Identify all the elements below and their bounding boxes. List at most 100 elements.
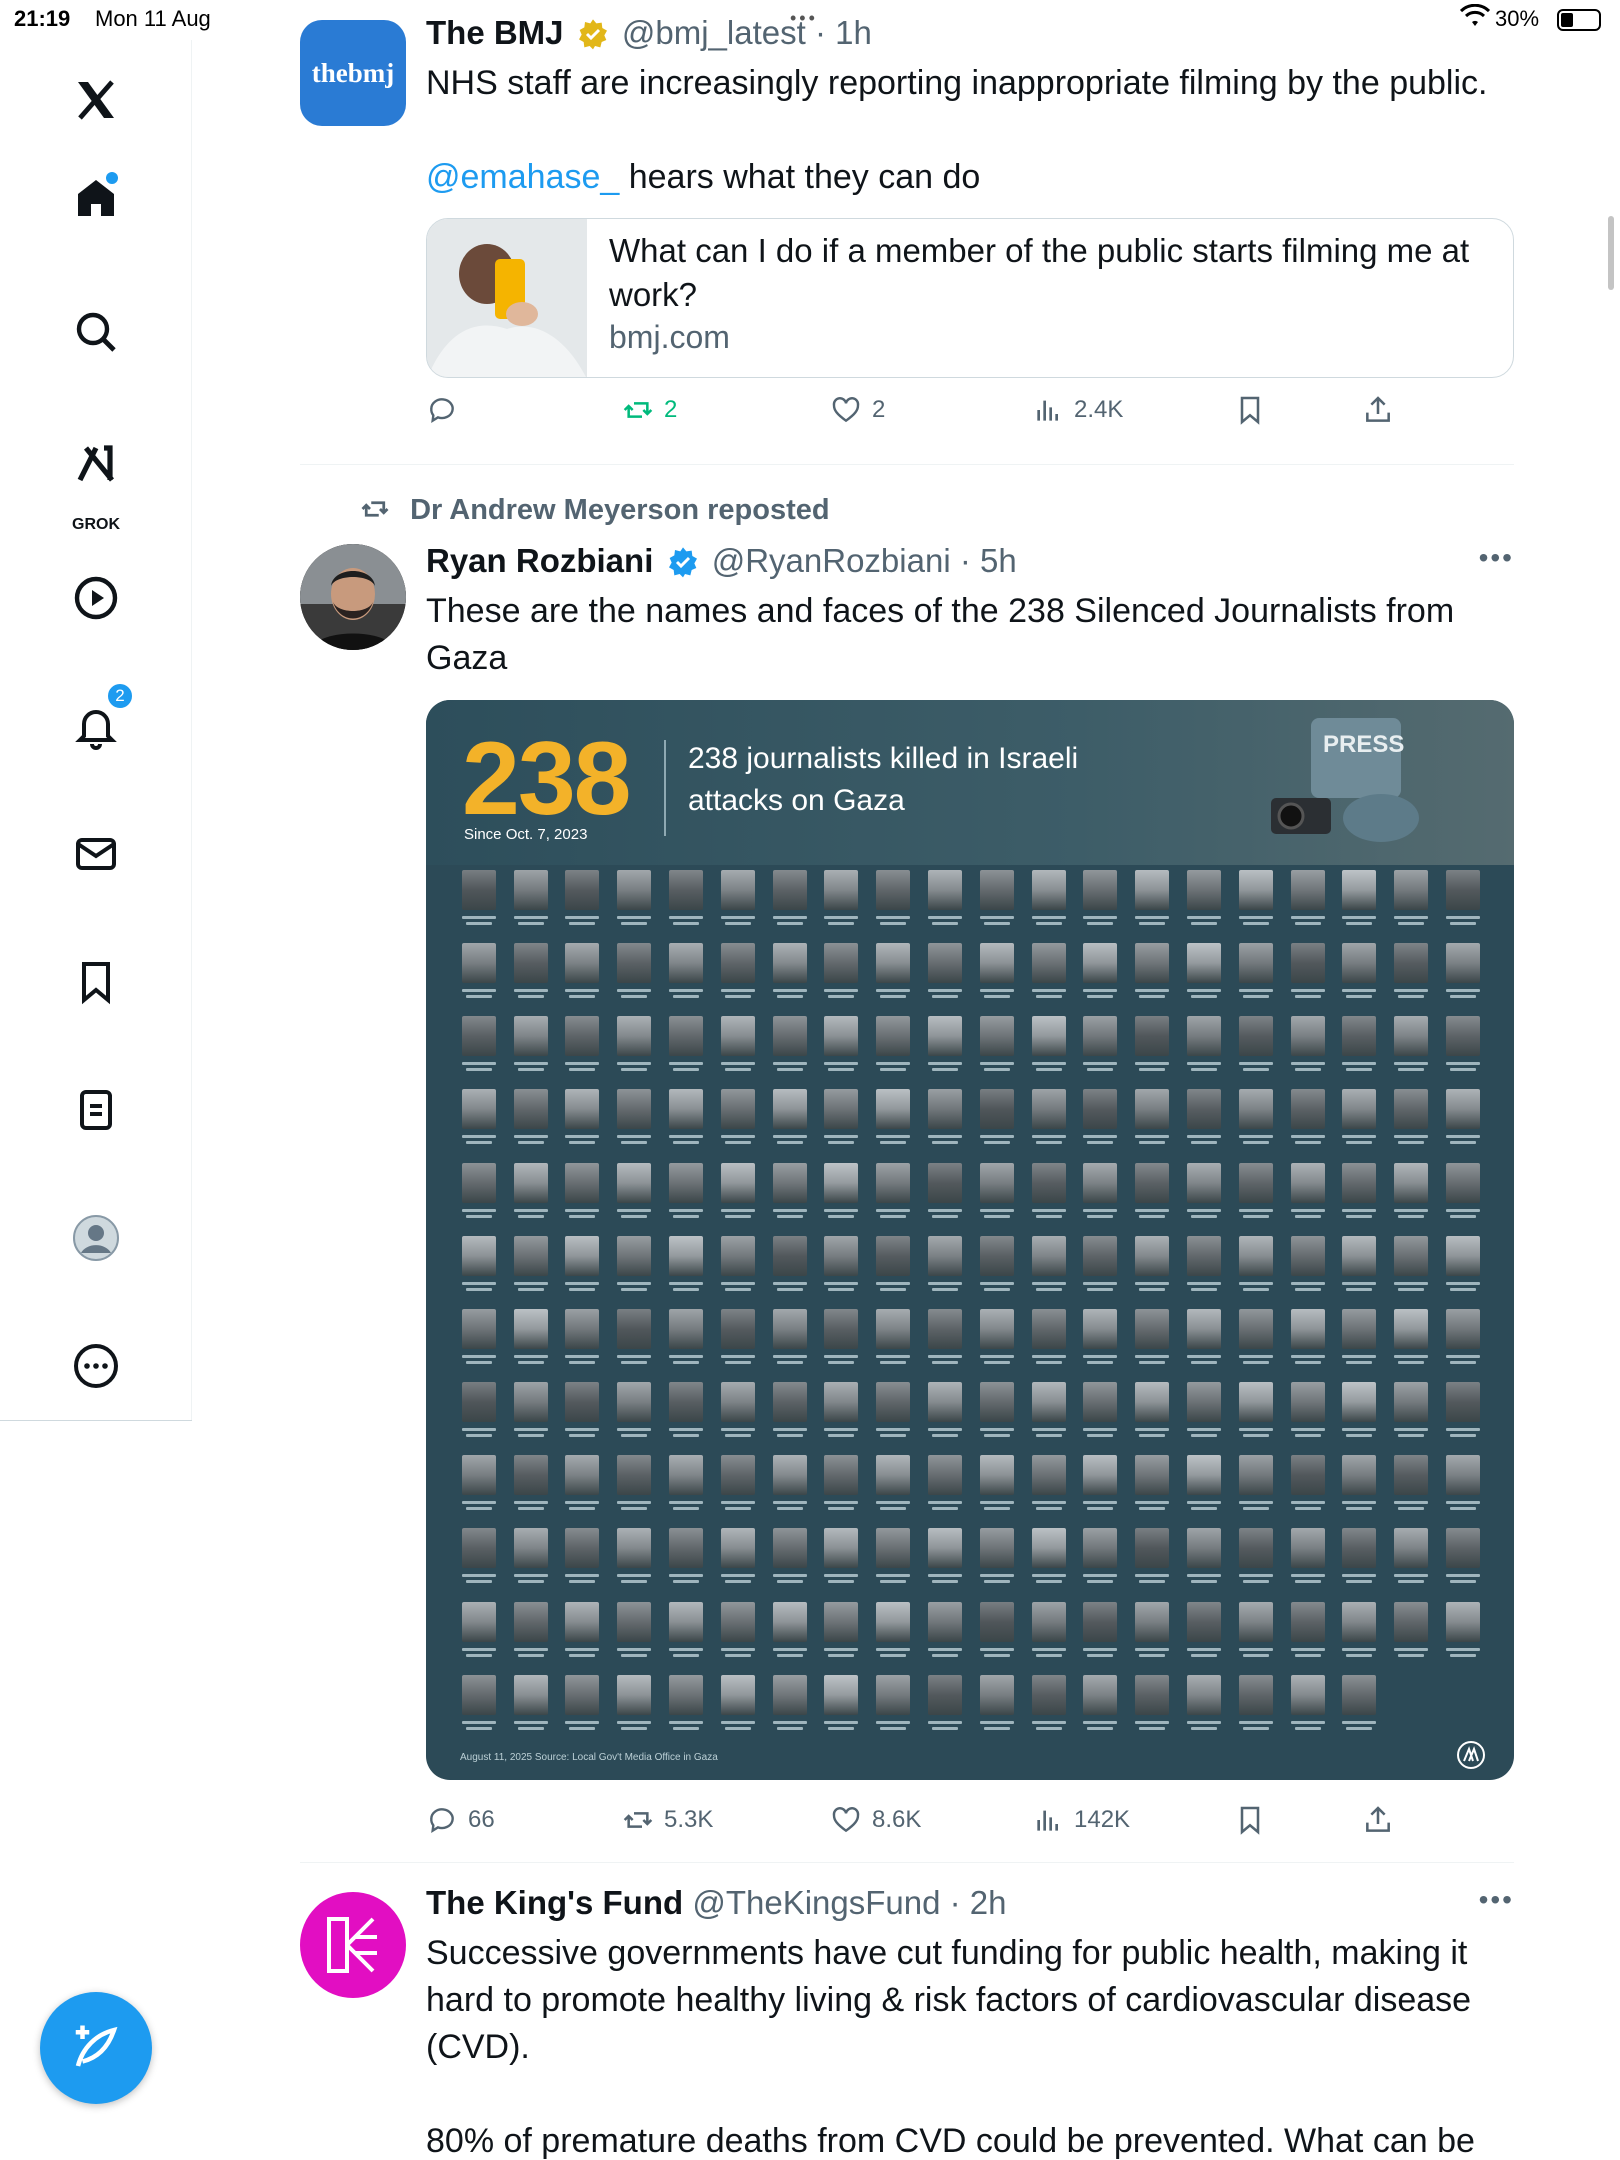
share-button[interactable] <box>1362 1804 1394 1836</box>
journalist-photo <box>1440 1016 1486 1081</box>
profile-icon[interactable] <box>66 1208 126 1268</box>
post-rozbiani[interactable]: Dr Andrew Meyerson reposted Ryan Rozbian… <box>300 494 1514 1844</box>
bookmark-button[interactable] <box>1234 1804 1266 1836</box>
journalist-photo <box>974 1674 1020 1740</box>
repost-indicator[interactable]: Dr Andrew Meyerson reposted <box>360 494 830 527</box>
journalist-photo <box>1181 1016 1227 1081</box>
journalist-photo <box>1181 1089 1227 1154</box>
journalist-photo <box>560 1601 606 1667</box>
post-separator <box>300 464 1514 465</box>
journalist-photo <box>1078 943 1124 1008</box>
journalist-photo <box>456 1601 502 1667</box>
messages-icon[interactable] <box>66 824 126 884</box>
scrollbar[interactable] <box>1608 216 1614 290</box>
journalist-photo <box>1181 1674 1227 1740</box>
journalist-photo <box>1026 1016 1072 1081</box>
journalist-photo <box>870 1674 916 1740</box>
x-logo-icon[interactable] <box>66 70 126 130</box>
journalist-photo <box>819 1528 865 1593</box>
repost-icon <box>361 501 389 517</box>
author-handle[interactable]: @TheKingsFund <box>692 1884 940 1921</box>
journalist-photo <box>663 1528 709 1593</box>
notifications-badge: 2 <box>106 682 134 710</box>
share-button[interactable] <box>1362 394 1394 426</box>
journalist-photo <box>1129 1089 1175 1154</box>
journalist-photo <box>1026 1528 1072 1593</box>
author-name[interactable]: Ryan Rozbiani <box>426 542 653 579</box>
journalist-photo <box>870 1528 916 1593</box>
journalist-photo <box>819 870 865 935</box>
journalist-photo <box>974 943 1020 1008</box>
post-image[interactable]: 238 Since Oct. 7, 2023 238 journalists k… <box>426 700 1514 1780</box>
post-time[interactable]: · 2h <box>950 1884 1007 1921</box>
video-icon[interactable] <box>66 568 126 628</box>
journalist-photo <box>1388 1016 1434 1081</box>
compose-button[interactable] <box>40 1992 152 2104</box>
journalist-photo <box>1129 943 1175 1008</box>
reply-button[interactable] <box>426 394 468 426</box>
repost-label: Dr Andrew Meyerson reposted <box>410 494 830 526</box>
journalist-photo <box>560 1528 606 1593</box>
post-time[interactable]: · 5h <box>960 542 1017 579</box>
journalist-photo <box>456 1089 502 1154</box>
journalist-photo <box>974 870 1020 935</box>
journalist-photo <box>1233 943 1279 1008</box>
bookmarks-icon[interactable] <box>66 952 126 1012</box>
journalist-photo <box>1388 1089 1434 1154</box>
journalist-photo <box>508 1382 554 1447</box>
journalist-photo <box>663 1601 709 1667</box>
grok-icon[interactable] <box>66 434 126 494</box>
journalist-photo <box>767 870 813 935</box>
bookmark-button[interactable] <box>1234 394 1266 426</box>
author-name[interactable]: The King's Fund <box>426 1884 683 1921</box>
search-icon[interactable] <box>66 302 126 362</box>
like-button[interactable]: 2 <box>830 394 885 426</box>
link-card[interactable]: What can I do if a member of the public … <box>426 218 1514 378</box>
post-time[interactable]: · 1h <box>815 14 872 51</box>
views-button[interactable]: 2.4K <box>1032 394 1123 426</box>
heart-icon <box>832 397 860 423</box>
post-header: The King's Fund @TheKingsFund · 2h <box>426 1884 1007 1922</box>
journalist-photo <box>1337 1528 1383 1593</box>
mention-link[interactable]: @emahase_ <box>426 158 619 196</box>
journalist-photo <box>1233 1674 1279 1740</box>
repost-button[interactable]: 2 <box>622 394 677 426</box>
journalist-photo <box>611 1674 657 1740</box>
author-handle[interactable]: @bmj_latest <box>622 14 806 51</box>
journalist-photo <box>560 1382 606 1447</box>
journalist-photo <box>456 1674 502 1740</box>
lists-icon[interactable] <box>66 1080 126 1140</box>
journalist-photo <box>715 943 761 1008</box>
author-handle[interactable]: @RyanRozbiani <box>712 542 951 579</box>
journalist-photo <box>1337 1674 1383 1740</box>
more-options-icon[interactable]: ••• <box>1479 542 1514 574</box>
journalist-photo <box>611 1235 657 1301</box>
journalist-photo <box>560 1455 606 1520</box>
repost-button[interactable]: 5.3K <box>622 1804 713 1836</box>
journalist-photo <box>560 1308 606 1374</box>
journalist-photo <box>1026 943 1072 1008</box>
post-bmj[interactable]: thebmj The BMJ @bmj_latest · 1h NHS staf… <box>300 14 1514 454</box>
reply-button[interactable]: 66 <box>426 1804 495 1836</box>
journalist-photo <box>870 1601 916 1667</box>
status-time: 21:19 <box>14 6 71 31</box>
journalist-photo <box>663 943 709 1008</box>
post-kingsfund[interactable]: The King's Fund @TheKingsFund · 2h ••• S… <box>300 1884 1514 2160</box>
journalist-photo <box>1026 1601 1072 1667</box>
journalist-photo <box>1440 1235 1486 1301</box>
avatar[interactable] <box>300 544 406 650</box>
author-name[interactable]: The BMJ <box>426 14 564 51</box>
like-button[interactable]: 8.6K <box>830 1804 921 1836</box>
more-options-icon[interactable]: ••• <box>1479 1884 1514 1916</box>
journalist-photo <box>560 1089 606 1154</box>
journalist-photo <box>663 1089 709 1154</box>
avatar[interactable]: thebmj <box>300 20 406 126</box>
journalist-photo <box>1078 870 1124 935</box>
avatar[interactable] <box>300 1892 406 1998</box>
repost-icon <box>623 1812 653 1828</box>
more-icon[interactable] <box>66 1336 126 1396</box>
journalist-photo <box>663 1016 709 1081</box>
journalist-photo-grid <box>456 870 1486 1740</box>
views-button[interactable]: 142K <box>1032 1804 1130 1836</box>
journalist-photo <box>508 1674 554 1740</box>
